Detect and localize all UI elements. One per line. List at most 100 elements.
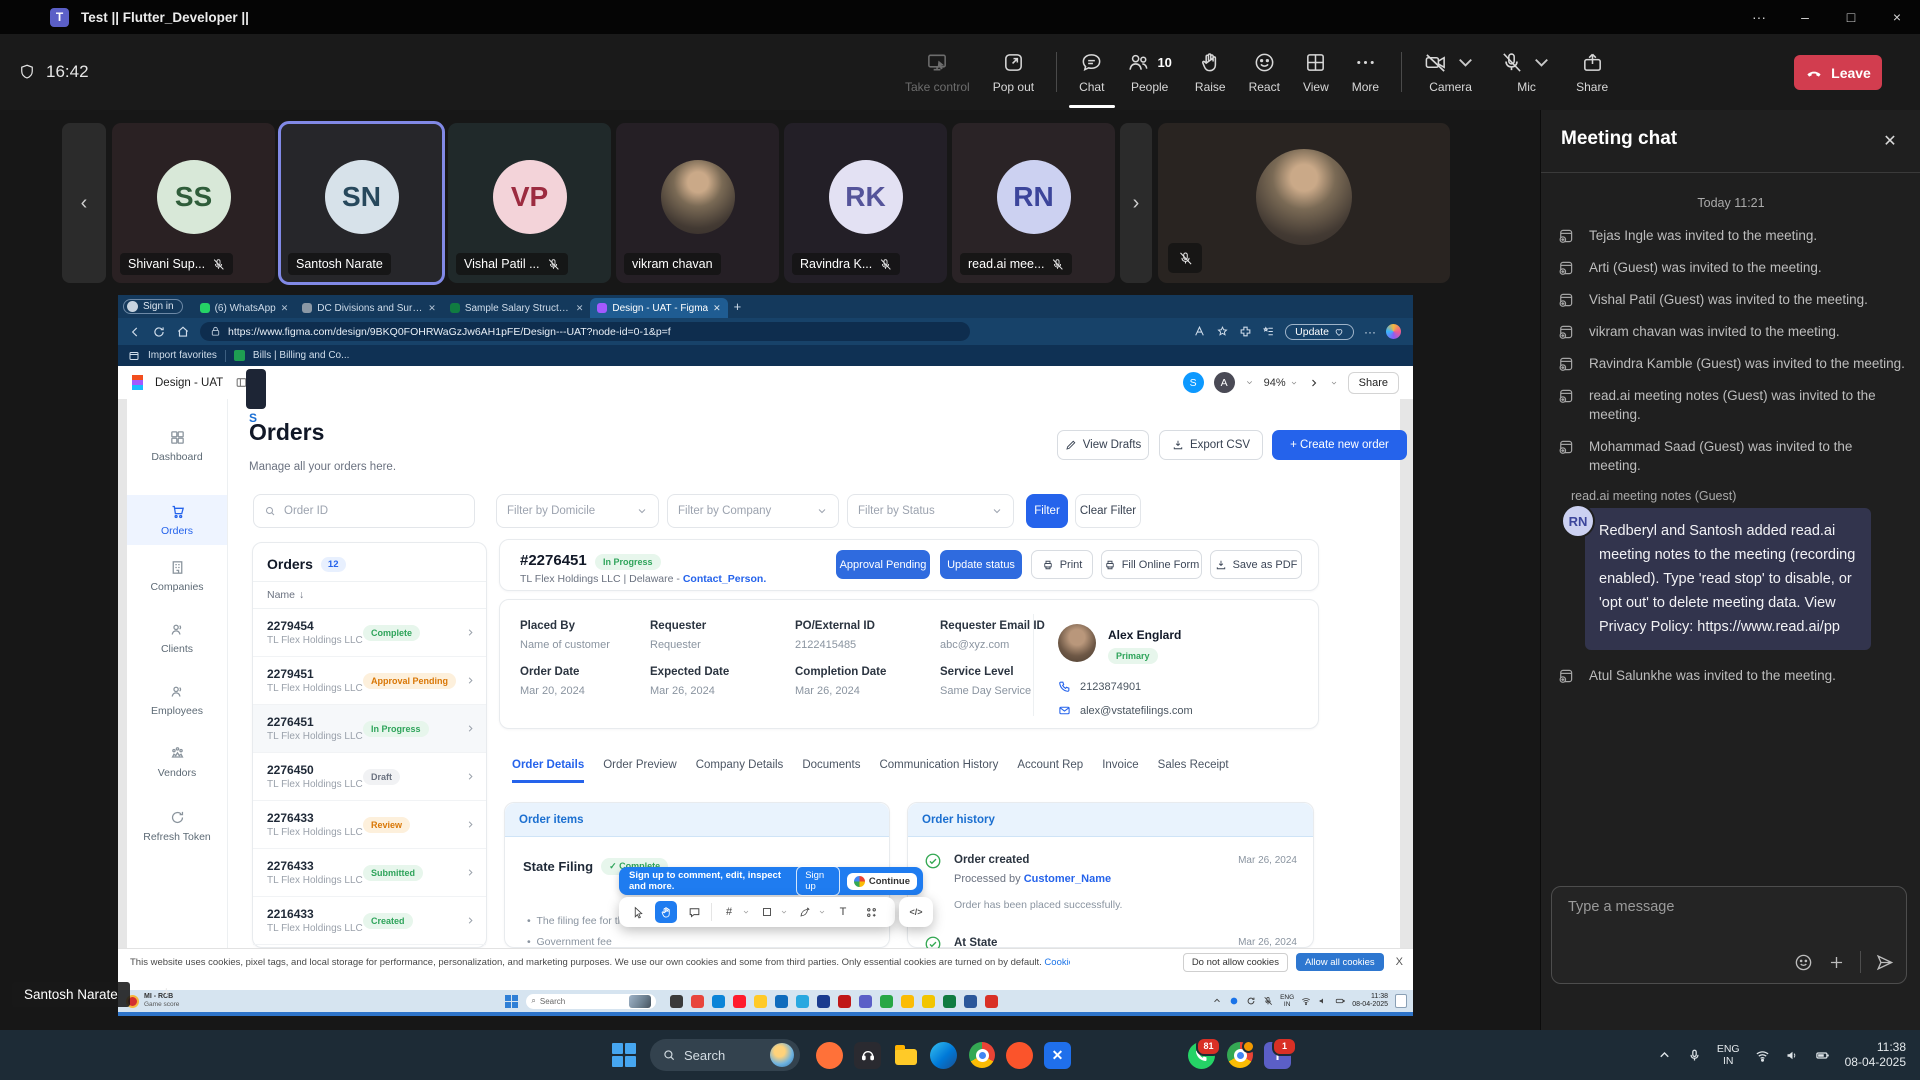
toolbar-chat-button[interactable]: Chat [1070, 34, 1113, 110]
shared-taskbar-app-icon[interactable] [859, 995, 872, 1008]
export-csv-button[interactable]: Export CSV [1159, 430, 1263, 460]
shared-taskbar-app-icon[interactable] [817, 995, 830, 1008]
text-tool[interactable]: T [832, 901, 854, 923]
order-row[interactable]: 2276450TL Flex Holdings LLCDraft [253, 753, 486, 801]
chrome-icon[interactable] [968, 1042, 995, 1069]
order-row[interactable]: 2276451TL Flex Holdings LLCIn Progress [253, 705, 486, 753]
minimize-icon[interactable]: – [1782, 0, 1828, 34]
shared-taskbar-app-icon[interactable] [775, 995, 788, 1008]
toolbar-people-button[interactable]: 10People [1118, 34, 1180, 110]
allow-cookies-button[interactable]: Allow all cookies [1296, 953, 1384, 971]
tab-communication-history[interactable]: Communication History [879, 759, 998, 783]
chevron-down-icon[interactable] [1454, 51, 1477, 74]
browser-profile-button[interactable]: Sign in [123, 299, 183, 314]
favorite-star-icon[interactable] [1216, 325, 1229, 338]
toolbar-share-button[interactable]: Share [1567, 34, 1617, 110]
filter-dropdown[interactable]: Filter by Domicile [496, 494, 659, 528]
emoji-icon[interactable] [1794, 953, 1813, 972]
mic-tray-icon[interactable] [1687, 1048, 1702, 1063]
video-tile[interactable]: SNSantosh Narate [280, 123, 443, 283]
sidebar-item-refresh-token[interactable]: Refresh Token [127, 809, 227, 843]
deny-cookies-button[interactable]: Do not allow cookies [1183, 953, 1288, 972]
refresh-icon[interactable] [152, 325, 166, 339]
firefox-icon[interactable] [816, 1042, 843, 1069]
shared-taskbar-app-icon[interactable] [880, 995, 893, 1008]
battery-icon[interactable] [1335, 996, 1345, 1006]
spotlight-tile[interactable] [1158, 123, 1450, 283]
toolbar-mic-button[interactable]: Mic [1491, 34, 1562, 110]
tab-close-icon[interactable]: ✕ [576, 303, 584, 314]
shared-taskbar-app-icon[interactable] [985, 995, 998, 1008]
tab-invoice[interactable]: Invoice [1102, 759, 1138, 783]
chevron-down-icon[interactable] [780, 908, 788, 916]
mic-muted-icon[interactable] [1263, 996, 1273, 1006]
collaborator-avatar[interactable]: A [1214, 372, 1235, 393]
shared-taskbar-app-icon[interactable] [670, 995, 683, 1008]
dev-mode-toggle[interactable]: </> [899, 897, 933, 927]
chevron-down-icon[interactable] [1530, 51, 1553, 74]
collaborator-avatar[interactable]: S [1183, 372, 1204, 393]
order-row[interactable]: 2216433TL Flex Holdings LLCCreated [253, 897, 486, 945]
google-continue-button[interactable]: Continue [847, 873, 917, 890]
toolbar-pop-out-button[interactable]: Pop out [984, 34, 1043, 110]
language-indicator[interactable]: ENGIN [1280, 994, 1294, 1008]
presenter-pin-icon[interactable]: + [162, 984, 171, 1001]
contact-person-link[interactable]: Contact_Person. [683, 573, 766, 585]
pen-tool[interactable] [794, 901, 816, 923]
order-row[interactable]: 2279451TL Flex Holdings LLCApproval Pend… [253, 657, 486, 705]
leave-button[interactable]: Leave [1794, 55, 1882, 90]
hand-tool[interactable] [655, 901, 677, 923]
update-button[interactable]: Update [1285, 324, 1354, 340]
search-box[interactable]: ⌕Search [526, 994, 656, 1009]
send-icon[interactable] [1875, 953, 1894, 972]
volume-icon[interactable] [1318, 996, 1328, 1006]
view-drafts-button[interactable]: View Drafts [1057, 430, 1149, 460]
close-icon[interactable]: × [1874, 0, 1920, 34]
sidebar-item-orders[interactable]: Orders [127, 495, 227, 545]
chevron-up-icon[interactable] [1212, 996, 1222, 1006]
video-tile[interactable]: VPVishal Patil ... [448, 123, 611, 283]
order-row[interactable]: 2276433TL Flex Holdings LLCSubmitted [253, 849, 486, 897]
comment-tool[interactable] [683, 901, 705, 923]
onedrive-icon[interactable] [1229, 996, 1239, 1006]
tab-order-details[interactable]: Order Details [512, 759, 584, 783]
extensions-icon[interactable] [1239, 325, 1252, 338]
create-new-order-button[interactable]: + Create new order [1272, 430, 1407, 460]
window-more-icon[interactable]: ··· [1736, 0, 1782, 34]
clear-filter-button[interactable]: Clear Filter [1075, 494, 1141, 528]
shape-tool[interactable] [756, 901, 778, 923]
sync-icon[interactable] [1246, 996, 1256, 1006]
back-icon[interactable] [128, 325, 142, 339]
sidebar-item-vendors[interactable]: Vendors [127, 745, 227, 779]
whatsapp-icon[interactable]: 81 [1188, 1042, 1215, 1069]
save-as-pdf-button[interactable]: Save as PDF [1210, 550, 1302, 579]
tab-close-icon[interactable]: ✕ [428, 303, 436, 314]
figma-share-button[interactable]: Share [1348, 372, 1399, 394]
teams-icon[interactable]: T1 [1264, 1042, 1291, 1069]
shared-taskbar-app-icon[interactable] [943, 995, 956, 1008]
toolbar-take-control-button[interactable]: Take control [896, 34, 979, 110]
toolbar-view-button[interactable]: View [1294, 34, 1338, 110]
order-row[interactable]: 2276433TL Flex Holdings LLCReview [253, 801, 486, 849]
import-favorites-link[interactable]: Import favorites [148, 350, 217, 361]
shared-taskbar-app-icon[interactable] [754, 995, 767, 1008]
headset-icon[interactable] [854, 1042, 881, 1069]
tab-sales-receipt[interactable]: Sales Receipt [1158, 759, 1229, 783]
sidebar-item-dashboard[interactable]: Dashboard [127, 429, 227, 463]
folder-icon[interactable] [892, 1042, 919, 1069]
shared-taskbar-app-icon[interactable] [796, 995, 809, 1008]
customer-name-link[interactable]: Customer_Name [1024, 873, 1111, 885]
orders-column-header[interactable]: Name↓ [253, 582, 486, 609]
filter-button[interactable]: Filter [1026, 494, 1068, 528]
video-tile[interactable]: SSShivani Sup... [112, 123, 275, 283]
toolbar-more-button[interactable]: More [1343, 34, 1388, 110]
order-row[interactable]: 2279454TL Flex Holdings LLCComplete [253, 609, 486, 657]
move-tool[interactable] [627, 901, 649, 923]
tab-order-preview[interactable]: Order Preview [603, 759, 677, 783]
start-button[interactable] [612, 1043, 636, 1067]
chevron-down-icon[interactable] [1245, 378, 1254, 387]
tab-company-details[interactable]: Company Details [696, 759, 784, 783]
clock[interactable]: 11:3808-04-2025 [1352, 993, 1388, 1010]
signup-button[interactable]: Sign up [796, 866, 840, 896]
figma-menu-icon[interactable] [132, 375, 143, 391]
